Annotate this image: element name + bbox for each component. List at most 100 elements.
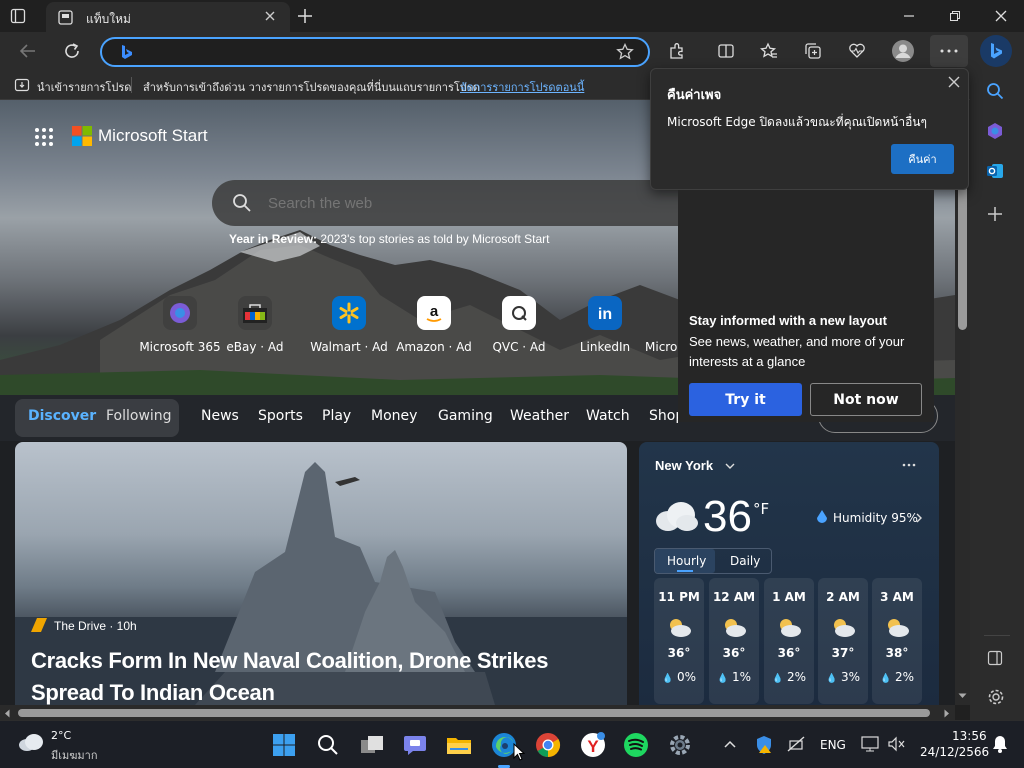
headline-line: Spread To Indian Ocean (31, 680, 275, 705)
top-story-card[interactable]: The Drive · 10h Cracks Form In New Naval… (15, 442, 627, 705)
input-language-indicator[interactable]: ENG (820, 738, 846, 752)
scroll-left-arrow-icon[interactable] (4, 709, 10, 718)
tab-actions-icon[interactable] (10, 8, 26, 24)
browser-essentials-icon[interactable] (841, 35, 873, 67)
split-screen-icon[interactable] (710, 35, 742, 67)
manage-favorites-link[interactable]: จัดการรายการโปรดตอนนี้ (460, 78, 584, 96)
quick-link-ebay[interactable]: eBay · Ad (210, 296, 300, 354)
weather-location[interactable]: New York (655, 458, 713, 473)
clock-date[interactable]: 24/12/2566 (920, 745, 989, 759)
restore-button[interactable]: คืนค่า (891, 144, 954, 174)
security-shield-icon[interactable] (755, 735, 773, 755)
qvc-icon (502, 296, 536, 330)
not-now-button[interactable]: Not now (810, 383, 922, 416)
svg-text:Y: Y (587, 737, 599, 756)
address-bar[interactable] (100, 37, 650, 67)
vertical-scrollbar[interactable] (955, 100, 970, 705)
tab-newtab[interactable]: แท็บใหม่ (46, 2, 290, 32)
collections-icon[interactable] (797, 35, 829, 67)
favorite-star-icon[interactable] (616, 43, 634, 61)
try-it-button[interactable]: Try it (689, 383, 802, 416)
show-hidden-icons-chevron-up-icon[interactable] (723, 739, 737, 749)
layout-popup-body-line: interests at a glance (689, 354, 806, 369)
chevron-right-icon[interactable] (915, 513, 923, 523)
new-layout-popup: Stay informed with a new layout See news… (678, 190, 934, 422)
restore-window-button[interactable] (948, 9, 962, 23)
yandex-browser-icon[interactable]: Y (577, 729, 609, 761)
taskbar-search-icon[interactable] (312, 729, 344, 761)
settings-more-button[interactable] (930, 35, 968, 67)
sidebar-search-icon[interactable] (986, 82, 1004, 100)
notification-bell-icon[interactable] (992, 735, 1008, 753)
horizontal-scrollbar[interactable] (0, 705, 955, 720)
sidebar-copilot-icon[interactable] (986, 122, 1004, 140)
hide-sidebar-icon[interactable] (987, 650, 1003, 666)
nav-watch[interactable]: Watch (586, 408, 630, 424)
favorites-icon[interactable] (753, 35, 785, 67)
sidebar-settings-gear-icon[interactable] (987, 688, 1005, 706)
temperature-unit: °F (753, 500, 770, 518)
humidity-value[interactable]: Humidity 95% (833, 511, 918, 525)
sidebar-add-icon[interactable] (987, 206, 1003, 222)
tab-daily[interactable]: Daily (730, 554, 760, 568)
search-icon (232, 193, 252, 213)
refresh-button[interactable] (56, 35, 88, 67)
year-review-label: Year in Review: (229, 232, 318, 246)
settings-app-gear-icon[interactable] (664, 729, 696, 761)
quick-link-qvc[interactable]: QVC · Ad (474, 296, 564, 354)
forecast-time: 2 AM (826, 590, 860, 604)
nav-sports[interactable]: Sports (258, 408, 303, 424)
close-icon[interactable] (947, 75, 961, 89)
sidebar-outlook-icon[interactable] (986, 162, 1004, 180)
article-headline[interactable]: Cracks Form In New Naval Coalition, Dron… (31, 645, 621, 705)
scroll-thumb[interactable] (18, 709, 930, 717)
task-view-icon[interactable] (356, 729, 388, 761)
more-options-icon[interactable] (902, 463, 916, 467)
new-tab-button[interactable] (296, 7, 314, 25)
volume-muted-icon[interactable] (887, 736, 905, 752)
restore-button-label: คืนค่า (908, 153, 937, 166)
quick-link-linkedin[interactable]: in LinkedIn (560, 296, 650, 354)
close-window-button[interactable] (994, 9, 1008, 23)
tab-hourly[interactable]: Hourly (667, 554, 706, 568)
chevron-down-icon[interactable] (725, 462, 735, 470)
scroll-right-arrow-icon[interactable] (944, 709, 950, 718)
teams-chat-icon[interactable] (399, 729, 431, 761)
taskbar-weather-temp[interactable]: 2°C (51, 729, 71, 742)
extensions-icon[interactable] (661, 35, 693, 67)
apps-grid-icon[interactable] (34, 127, 54, 147)
display-icon[interactable] (861, 736, 879, 752)
web-search-input[interactable] (268, 192, 708, 214)
weather-cloud-icon[interactable] (18, 733, 44, 751)
start-button[interactable] (268, 729, 300, 761)
nav-gaming[interactable]: Gaming (438, 408, 493, 424)
tab-following[interactable]: Following (106, 408, 172, 424)
clock-time[interactable]: 13:56 (952, 729, 987, 743)
file-explorer-icon[interactable] (443, 729, 475, 761)
quick-link-label: Microsoft 365 (139, 340, 221, 354)
spotify-icon[interactable] (620, 729, 652, 761)
year-in-review-link[interactable]: Year in Review: 2023's top stories as to… (229, 232, 549, 246)
quick-link-amazon[interactable]: a Amazon · Ad (389, 296, 479, 354)
nav-weather[interactable]: Weather (510, 408, 569, 424)
hourly-forecast-item: 1 AM 36° 💧 2% (764, 578, 814, 704)
nav-money[interactable]: Money (371, 408, 417, 424)
minimize-button[interactable] (902, 9, 916, 23)
tab-strip: แท็บใหม่ (0, 0, 1024, 32)
back-button[interactable] (12, 35, 44, 67)
nav-play[interactable]: Play (322, 408, 351, 424)
scroll-down-arrow-icon[interactable] (958, 693, 967, 699)
copilot-bing-button[interactable] (980, 35, 1012, 67)
profile-avatar[interactable] (887, 35, 919, 67)
tab-discover[interactable]: Discover (28, 408, 96, 424)
chrome-icon[interactable] (532, 729, 564, 761)
nav-news[interactable]: News (201, 408, 239, 424)
quick-link-walmart[interactable]: Walmart · Ad (304, 296, 394, 354)
forecast-temp: 37° (831, 646, 855, 660)
forecast-precip: 3% (841, 670, 861, 684)
import-favorites-link[interactable]: นำเข้ารายการโปรด (37, 78, 131, 96)
tab-close-icon[interactable] (264, 10, 276, 22)
address-input[interactable] (138, 42, 608, 62)
network-disconnected-icon[interactable] (786, 735, 806, 753)
svg-text:in: in (598, 306, 612, 323)
